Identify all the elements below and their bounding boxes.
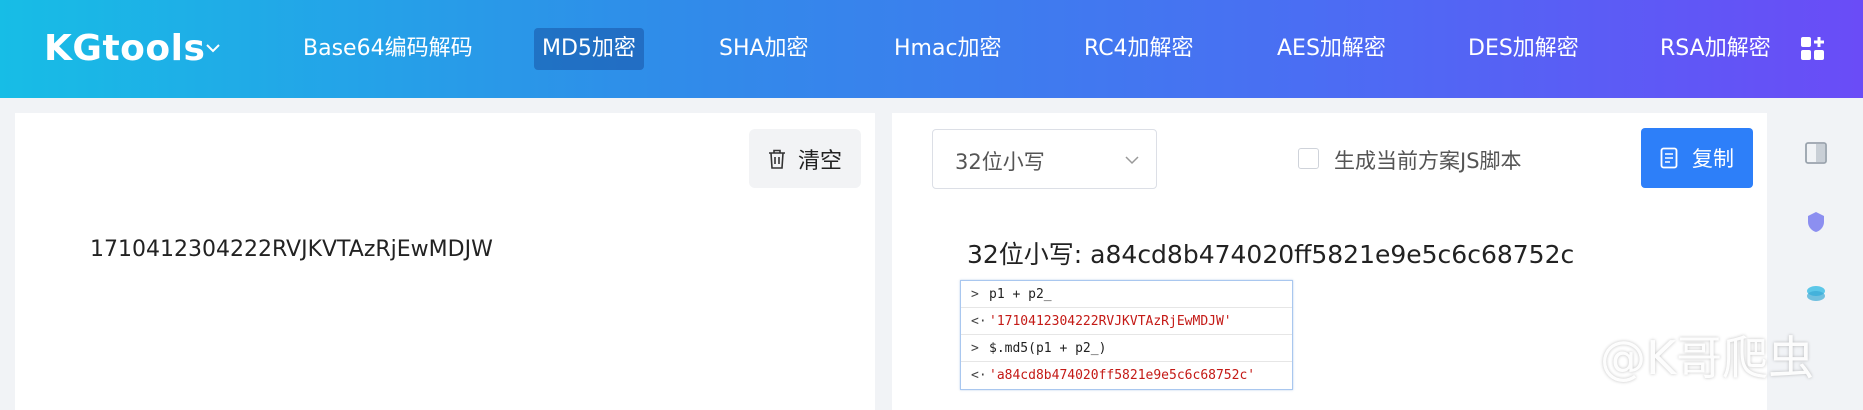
nav-item-aes[interactable]: AES加解密	[1269, 28, 1394, 70]
shield-icon[interactable]	[1804, 210, 1828, 234]
console-row: > p1 + p2_	[961, 281, 1292, 308]
nav-item-hmac[interactable]: Hmac加密	[886, 28, 1010, 70]
clear-button[interactable]: 清空	[749, 129, 861, 188]
trash-icon	[768, 149, 785, 169]
baidu-paw-icon	[1547, 338, 1593, 373]
chevron-down-icon	[1125, 156, 1139, 165]
md5-result: 32位小写: a84cd8b474020ff5821e9e5c6c68752c	[967, 240, 1575, 269]
nav-item-rc4[interactable]: RC4加解密	[1076, 28, 1202, 70]
copy-button[interactable]: 复制	[1641, 128, 1753, 188]
console-row: <· 'a84cd8b474020ff5821e9e5c6c68752c'	[971, 368, 1256, 383]
apps-plus-icon[interactable]	[1800, 36, 1826, 62]
nav-item-sha[interactable]: SHA加密	[711, 28, 817, 70]
format-select[interactable]: 32位小写	[932, 129, 1157, 189]
app-logo[interactable]: KGtools	[44, 28, 205, 69]
console-row: <· '1710412304222RVJKVTAzRjEwMDJW'	[961, 308, 1292, 335]
copy-icon	[1660, 147, 1678, 169]
nav-item-md5[interactable]: MD5加密	[534, 28, 644, 70]
watermark-text: @K哥爬虫	[1600, 331, 1815, 385]
panel-toggle-icon[interactable]	[1804, 141, 1828, 165]
copy-button-label: 复制	[1692, 147, 1734, 171]
layers-icon[interactable]	[1804, 282, 1828, 306]
chevron-down-icon[interactable]	[203, 38, 223, 58]
watermark: @K哥爬虫	[1546, 322, 1814, 388]
format-select-value: 32位小写	[955, 150, 1045, 174]
generate-js-label[interactable]: 生成当前方案JS脚本	[1334, 145, 1522, 175]
nav-item-base64[interactable]: Base64编码解码	[295, 28, 481, 70]
nav-item-rsa[interactable]: RSA加解密	[1652, 28, 1779, 70]
console-snippet: > p1 + p2_ <· '1710412304222RVJKVTAzRjEw…	[960, 280, 1293, 390]
top-header: KGtools Base64编码解码 MD5加密 SHA加密 Hmac加密 RC…	[0, 0, 1863, 98]
console-row: > $.md5(p1 + p2_)	[961, 335, 1292, 362]
input-text[interactable]: 1710412304222RVJKVTAzRjEwMDJW	[90, 237, 493, 262]
clear-button-label: 清空	[797, 148, 842, 174]
generate-js-checkbox[interactable]	[1298, 148, 1319, 169]
nav-item-des[interactable]: DES加解密	[1460, 28, 1587, 70]
